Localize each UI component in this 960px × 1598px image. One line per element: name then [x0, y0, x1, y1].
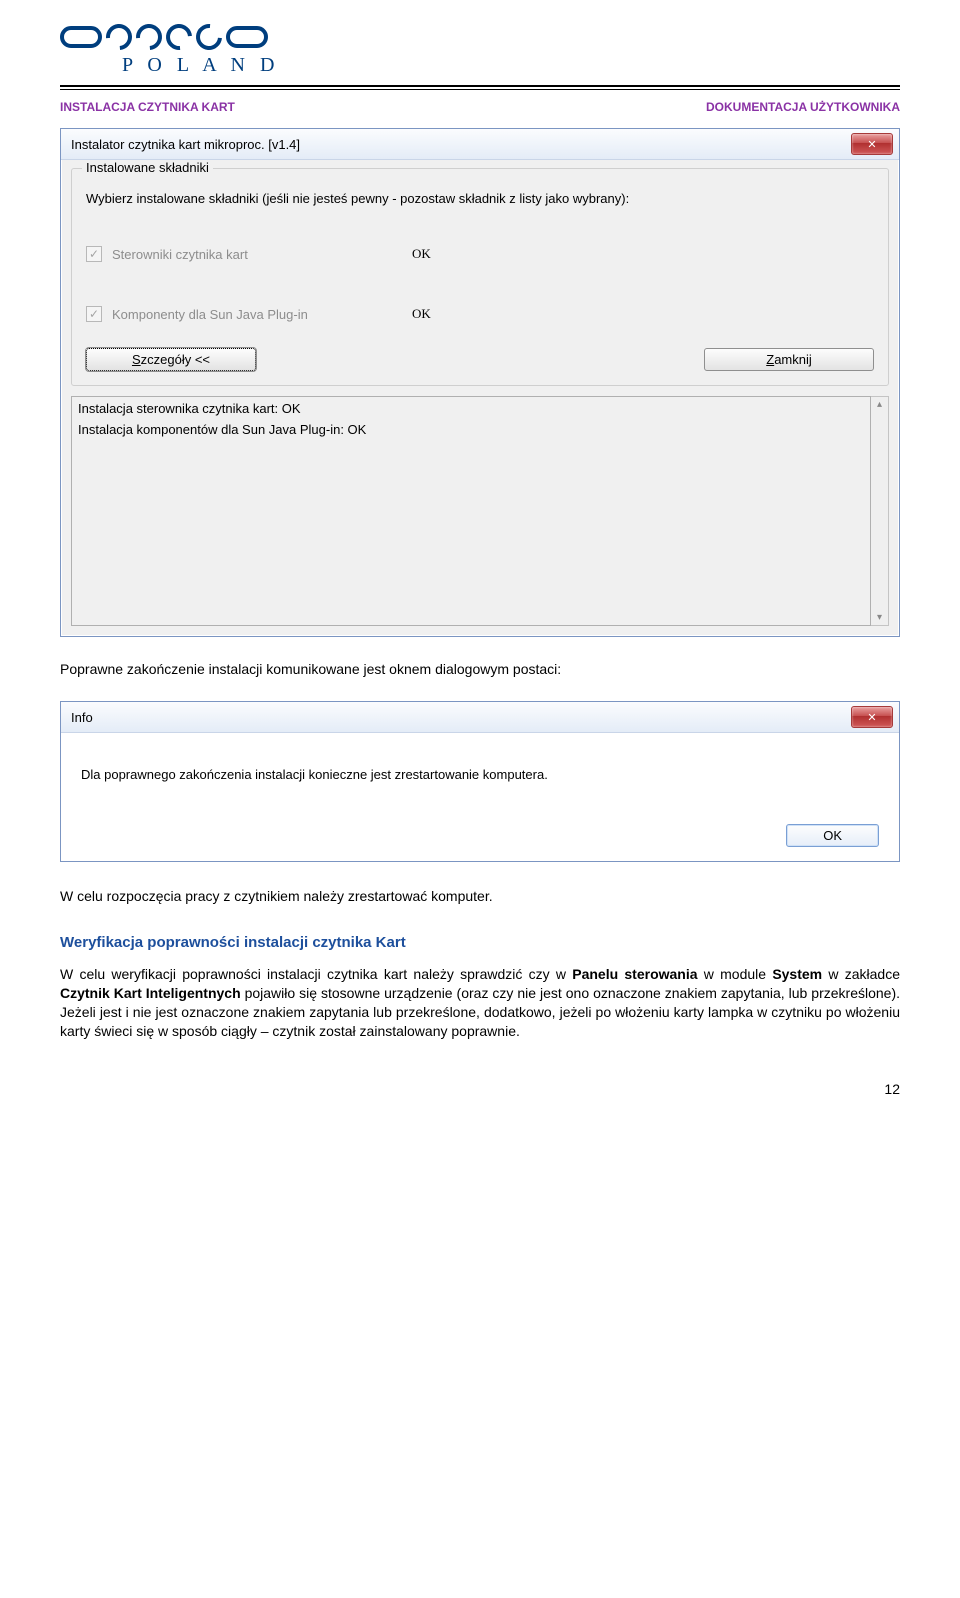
paragraph: Poprawne zakończenie instalacji komuniko… — [60, 661, 900, 677]
scrollbar[interactable]: ▴ ▾ — [871, 396, 889, 626]
header-right: DOKUMENTACJA UŻYTKOWNIKA — [706, 100, 900, 114]
window-close-button[interactable]: ✕ — [851, 133, 893, 155]
logo: P O L A N D — [60, 24, 900, 77]
dialog-message: Dla poprawnego zakończenia instalacji ko… — [81, 767, 879, 782]
info-dialog: Info ✕ Dla poprawnego zakończenia instal… — [60, 701, 900, 862]
installer-window: Instalator czytnika kart mikroproc. [v1.… — [60, 128, 900, 637]
component-label: Komponenty dla Sun Java Plug-in — [112, 307, 412, 322]
component-status: OK — [412, 246, 431, 262]
components-group: Instalowane składniki Wybierz instalowan… — [71, 168, 889, 386]
titlebar: Info ✕ — [61, 702, 899, 733]
close-button[interactable]: Zamknij — [704, 348, 874, 371]
component-row-drivers: ✓ Sterowniki czytnika kart OK — [86, 246, 874, 262]
ok-button[interactable]: OK — [786, 824, 879, 847]
dialog-title: Info — [71, 710, 93, 725]
component-row-java: ✓ Komponenty dla Sun Java Plug-in OK — [86, 306, 874, 322]
group-legend: Instalowane składniki — [82, 160, 213, 175]
titlebar: Instalator czytnika kart mikroproc. [v1.… — [61, 129, 899, 160]
log-text: Instalacja sterownika czytnika kart: OK … — [71, 396, 871, 626]
component-label: Sterowniki czytnika kart — [112, 247, 412, 262]
dialog-close-button[interactable]: ✕ — [851, 706, 893, 728]
checkbox-drivers[interactable]: ✓ — [86, 246, 102, 262]
instruction-text: Wybierz instalowane składniki (jeśli nie… — [86, 191, 874, 206]
verification-paragraph: W celu weryfikacji poprawności instalacj… — [60, 965, 900, 1041]
details-button[interactable]: Szczegóły << — [86, 348, 256, 371]
page-number: 12 — [60, 1081, 900, 1097]
close-icon: ✕ — [867, 711, 876, 724]
component-status: OK — [412, 306, 431, 322]
divider-thin — [60, 89, 900, 90]
paragraph: W celu rozpoczęcia pracy z czytnikiem na… — [60, 888, 900, 904]
header-left: INSTALACJA CZYTNIKA KART — [60, 100, 235, 114]
close-icon: ✕ — [867, 138, 876, 151]
checkbox-java[interactable]: ✓ — [86, 306, 102, 322]
scroll-up-icon[interactable]: ▴ — [877, 399, 882, 410]
scroll-down-icon[interactable]: ▾ — [877, 612, 882, 623]
divider — [60, 85, 900, 87]
section-heading: Weryfikacja poprawności instalacji czytn… — [60, 934, 900, 951]
log-area: Instalacja sterownika czytnika kart: OK … — [71, 396, 889, 626]
window-title: Instalator czytnika kart mikroproc. [v1.… — [71, 137, 300, 152]
log-line: Instalacja sterownika czytnika kart: OK — [78, 401, 864, 416]
log-line: Instalacja komponentów dla Sun Java Plug… — [78, 422, 864, 437]
logo-subtext: P O L A N D — [122, 54, 900, 77]
